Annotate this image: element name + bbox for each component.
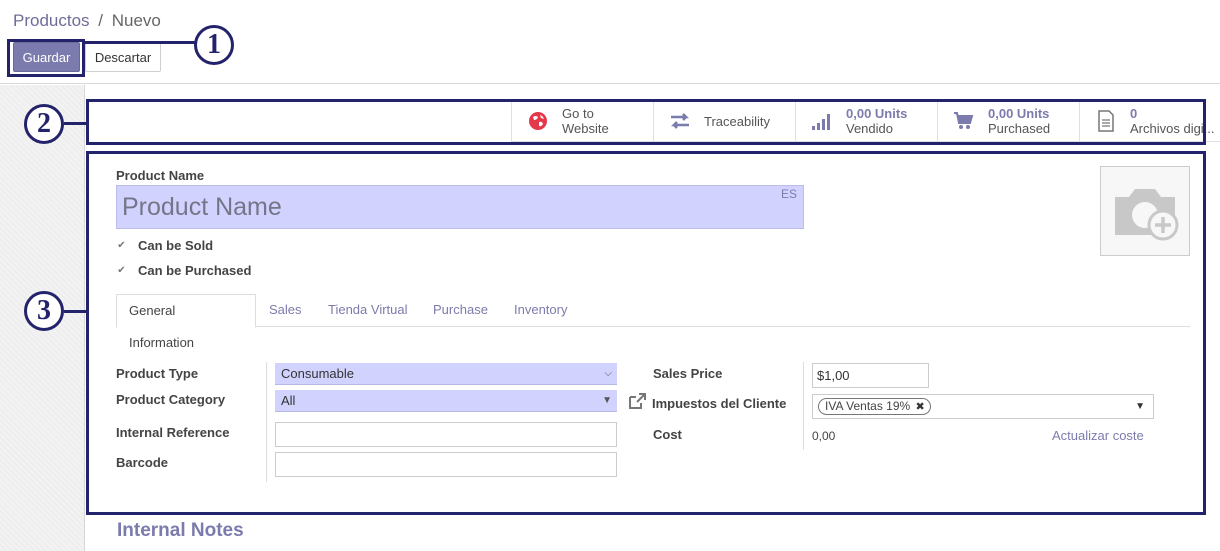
can-be-purchased-label: Can be Purchased <box>138 263 252 278</box>
globe-icon <box>526 109 550 133</box>
breadcrumb-parent[interactable]: Productos <box>13 11 90 30</box>
product-name-input[interactable] <box>116 185 804 229</box>
breadcrumb: Productos / Nuevo <box>13 11 161 31</box>
breadcrumb-current: Nuevo <box>111 11 161 30</box>
product-category-value: All <box>281 393 296 408</box>
tab-purchase[interactable]: Purchase <box>421 294 500 327</box>
cart-icon <box>952 109 976 133</box>
file-icon <box>1094 109 1118 133</box>
translate-language-button[interactable]: ES <box>781 187 797 201</box>
annotation-marker-1: 1 <box>194 25 234 65</box>
sold-button[interactable]: 0,00 Units Vendido <box>795 100 937 142</box>
chevron-down-icon: ⌵ <box>604 368 612 379</box>
product-type-select[interactable]: Consumable ⌵ <box>275 363 617 385</box>
camera-plus-icon <box>1115 189 1179 241</box>
go-to-website-button[interactable]: Go to Website <box>511 100 653 142</box>
remove-tag-icon[interactable]: ✖ <box>916 401 925 413</box>
caret-down-icon: ▼ <box>1135 401 1145 412</box>
cost-value: 0,00 <box>812 429 836 443</box>
sold-value: 0,00 Units <box>846 106 908 121</box>
annotation-connector-2 <box>64 122 88 125</box>
traceability-label: Traceability <box>704 113 770 129</box>
files-label: Archivos digi... <box>1130 121 1215 136</box>
files-value: 0 <box>1130 106 1138 121</box>
purchased-button[interactable]: 0,00 Units Purchased <box>937 100 1079 142</box>
barcode-input[interactable] <box>275 452 617 477</box>
update-cost-link[interactable]: Actualizar coste <box>1052 428 1144 443</box>
product-category-label: Product Category <box>116 392 226 407</box>
can-be-purchased-checkbox[interactable]: ✔ Can be Purchased <box>116 263 251 278</box>
annotation-marker-2: 2 <box>24 104 64 144</box>
external-link-icon[interactable] <box>628 393 647 413</box>
sales-price-label: Sales Price <box>653 366 723 381</box>
exchange-arrows-icon <box>668 109 692 133</box>
tab-sales[interactable]: Sales <box>257 294 314 327</box>
purchased-label: Purchased <box>988 121 1051 136</box>
sales-price-input[interactable] <box>812 363 929 388</box>
traceability-button[interactable]: Traceability <box>653 100 795 142</box>
tab-tienda-virtual[interactable]: Tienda Virtual <box>316 294 420 327</box>
discard-button[interactable]: Descartar <box>85 42 161 72</box>
product-type-value: Consumable <box>281 366 354 381</box>
signal-bars-icon <box>810 109 834 133</box>
digital-files-button[interactable]: 0 Archivos digi... <box>1079 100 1220 142</box>
product-category-select[interactable]: All ▼ <box>275 390 617 412</box>
cost-label: Cost <box>653 427 682 442</box>
annotation-marker-3: 3 <box>24 291 64 331</box>
product-type-label: Product Type <box>116 366 199 381</box>
notebook-tabs: General Information Sales Tienda Virtual… <box>116 294 1190 350</box>
internal-reference-label: Internal Reference <box>116 425 230 440</box>
check-icon: ✔ <box>117 240 126 251</box>
tab-inventory[interactable]: Inventory <box>502 294 579 327</box>
internal-reference-input[interactable] <box>275 422 617 447</box>
tax-tag-label: IVA Ventas 19% <box>825 399 911 413</box>
product-image-upload[interactable] <box>1100 166 1190 256</box>
check-icon: ✔ <box>117 265 126 276</box>
tab-general-information[interactable]: General Information <box>116 294 256 350</box>
tax-tag: IVA Ventas 19% ✖ <box>818 398 931 415</box>
breadcrumb-separator: / <box>98 11 104 30</box>
sold-label: Vendido <box>846 121 893 136</box>
product-name-label: Product Name <box>116 168 205 183</box>
caret-down-icon: ▼ <box>602 395 612 406</box>
website-line2: Website <box>562 121 609 136</box>
save-button[interactable]: Guardar <box>13 42 80 72</box>
internal-notes-title: Internal Notes <box>117 520 244 541</box>
field-divider <box>803 362 804 450</box>
customer-taxes-label: Impuestos del Cliente <box>652 396 787 411</box>
field-divider <box>266 362 267 482</box>
website-line1: Go to <box>562 106 594 121</box>
annotation-connector-3 <box>64 310 88 313</box>
barcode-label: Barcode <box>116 455 169 470</box>
can-be-sold-checkbox[interactable]: ✔ Can be Sold <box>116 238 213 253</box>
stat-button-box: Go to Website Traceability 0,00 Units Ve… <box>511 100 1220 142</box>
can-be-sold-label: Can be Sold <box>138 238 214 253</box>
annotation-connector-1 <box>85 41 195 44</box>
purchased-value: 0,00 Units <box>988 106 1050 121</box>
